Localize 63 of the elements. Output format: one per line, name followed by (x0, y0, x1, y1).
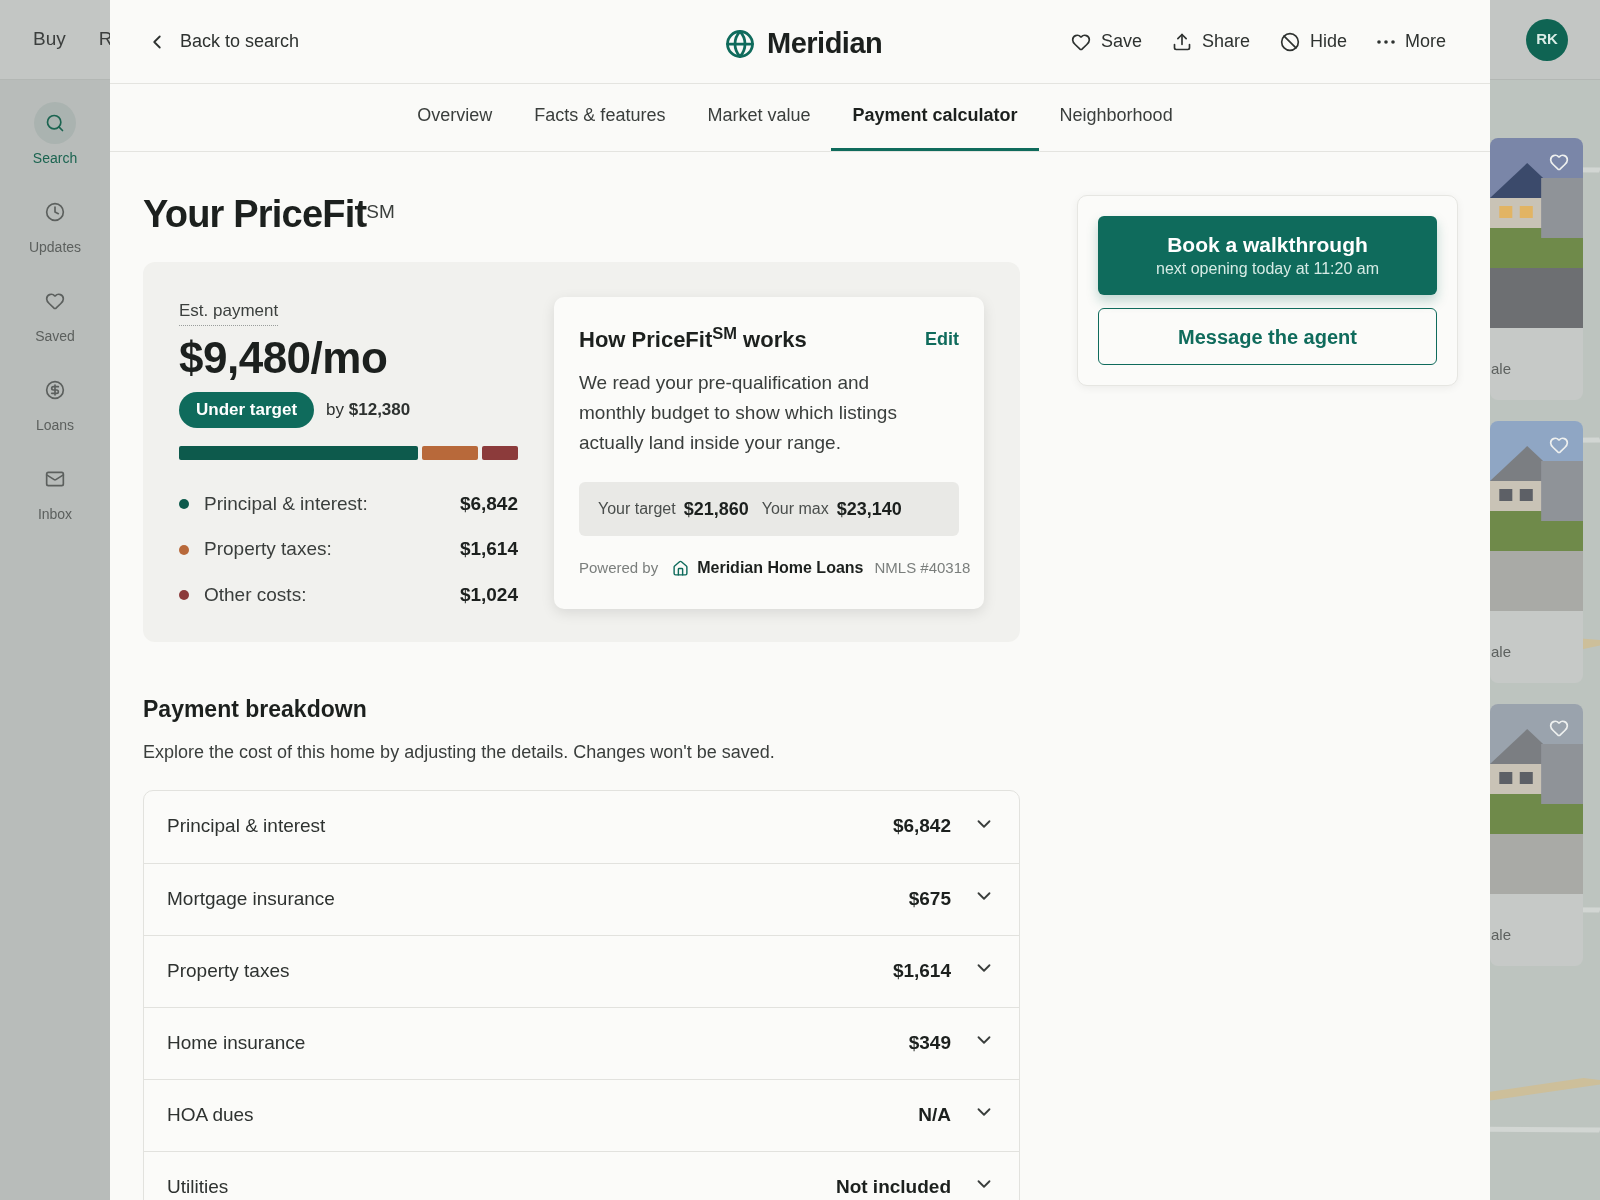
legend-amount: $6,842 (459, 491, 518, 516)
brand-name: Meridian (767, 26, 883, 61)
header-action[interactable]: Share (1171, 28, 1250, 55)
row-label: HOA dues (167, 1102, 254, 1127)
message-agent-button[interactable]: Message the agent (1098, 308, 1437, 365)
breakdown-row[interactable]: Property taxes $1,614 (144, 934, 1019, 1007)
max-value: $23,140 (836, 497, 902, 521)
listing-card[interactable]: ale (1490, 138, 1583, 400)
nmls-number: NMLS #40318 (874, 557, 971, 578)
info-title: How PriceFit$^{SM}$ works (579, 323, 807, 354)
legend-label: Other costs: (204, 582, 307, 607)
tab[interactable]: Payment calculator (831, 83, 1039, 151)
tab[interactable]: Market value (686, 83, 832, 151)
page-title: Your PriceFit$^{SM}$ (143, 192, 396, 236)
listing-status: ale (1490, 642, 1512, 662)
est-payment-value: $9,480/mo (179, 333, 389, 382)
row-value: $6,842 (892, 814, 951, 839)
tab[interactable]: Neighborhood (1038, 83, 1194, 151)
row-label: Principal & interest (167, 814, 326, 839)
target-difference: by $12,380 (326, 399, 411, 422)
row-value: $675 (908, 886, 951, 911)
breakdown-row[interactable]: Principal & interest $6,842 (144, 790, 1019, 863)
breakdown-row[interactable]: Utilities Not included (144, 1150, 1019, 1200)
sidebar-item[interactable]: Search (10, 102, 100, 169)
tab[interactable]: Overview (396, 83, 514, 151)
row-value: $1,614 (892, 958, 951, 983)
user-avatar[interactable]: RK (1526, 18, 1568, 61)
listing-card[interactable]: ale (1490, 421, 1583, 683)
info-text: We read your pre-qualification and monthly budget to show which listings actually land inside your range. (579, 371, 898, 455)
row-label: Utilities (167, 1174, 229, 1199)
book-walkthrough-button[interactable]: Book a walkthrough next opening today at 11:20 am (1098, 216, 1437, 295)
target-label: Your target (598, 499, 676, 519)
row-value: Not included (835, 1174, 951, 1199)
target-value: $21,860 (683, 497, 749, 521)
breakdown-row[interactable]: Mortgage insurance $675 (144, 862, 1019, 935)
back-link[interactable]: Back to search (146, 28, 300, 55)
row-label: Property taxes (167, 958, 290, 983)
header-action[interactable]: More (1377, 28, 1446, 55)
nav-link[interactable]: Buy (33, 25, 66, 54)
legend-amount: $1,614 (459, 537, 518, 562)
breakdown-row[interactable]: HOA dues N/A (144, 1078, 1019, 1151)
section-title: Payment breakdown (143, 695, 368, 724)
section-description: Explore the cost of this home by adjusting the details. Changes won't be saved. (143, 740, 776, 764)
row-value: N/A (918, 1102, 951, 1127)
row-value: $349 (908, 1030, 951, 1055)
lender-name: Meridian Home Loans (697, 558, 864, 578)
row-label: Mortgage insurance (167, 886, 335, 911)
legend-amount: $1,024 (459, 582, 518, 607)
status-badge: Under target (179, 391, 315, 428)
legend-label: Principal & interest: (204, 491, 368, 516)
header-action[interactable]: Save (1070, 28, 1142, 55)
est-payment-label: Est. payment (179, 298, 279, 326)
listing-status: ale (1490, 925, 1512, 945)
header-action[interactable]: Hide (1279, 28, 1347, 55)
tab[interactable]: Facts & features (513, 83, 687, 151)
max-label: Your max (761, 499, 829, 519)
breakdown-row[interactable]: Home insurance $349 (144, 1006, 1019, 1079)
powered-by-label: Powered by (579, 557, 659, 578)
listing-card[interactable]: ale (1490, 704, 1583, 966)
row-label: Home insurance (167, 1030, 306, 1055)
listing-status: ale (1490, 359, 1512, 379)
legend-label: Property taxes: (204, 537, 332, 562)
edit-link[interactable]: Edit (925, 326, 959, 353)
